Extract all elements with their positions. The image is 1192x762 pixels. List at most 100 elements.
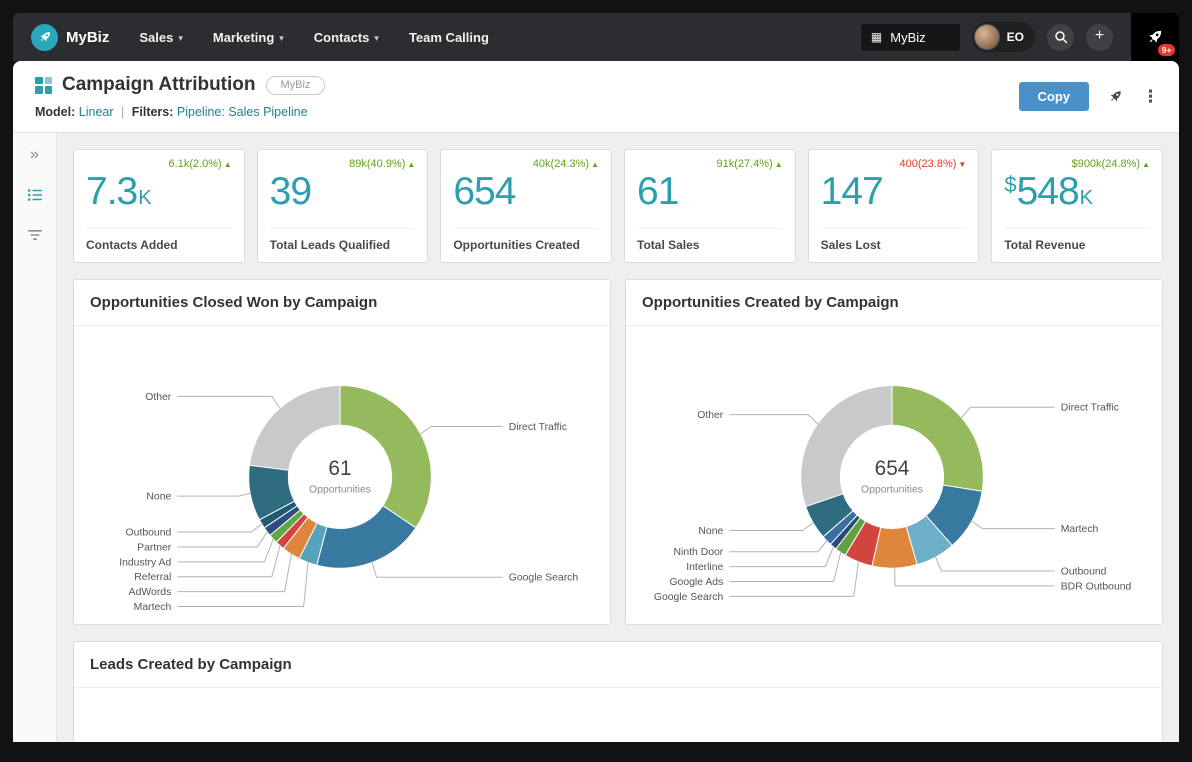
kpi-delta: 400(23.8%) ▼: [821, 158, 967, 170]
donut-label-industry-ad: Industry Ad: [119, 557, 171, 568]
meta-separator: |: [121, 105, 125, 119]
donut-label-google-ads: Google Ads: [669, 577, 723, 588]
kpi-delta-text: 40k(24.3%): [532, 158, 590, 170]
kpi-card-total-sales[interactable]: 91k(27.4%) ▲ 61 Total Sales: [624, 149, 796, 263]
kpi-value-prefix: $: [1004, 172, 1016, 197]
kpi-delta: 89k(40.9%) ▲: [270, 158, 416, 170]
top-navbar: MyBiz Sales ▾ Marketing ▾ Contacts ▾ Team Call…: [13, 13, 1179, 61]
page-header: Campaign Attribution MyBiz Model: Linear…: [13, 61, 1179, 133]
avatar: [973, 24, 1000, 50]
org-grid-icon: ▦: [870, 30, 883, 44]
left-sidebar: »: [13, 133, 57, 742]
nav-item-team-calling[interactable]: Team Calling: [409, 30, 489, 45]
donut-label-direct-traffic: Direct Traffic: [509, 422, 567, 433]
navbar-right: ▦ MyBiz EO +: [860, 22, 1123, 52]
donut-label-martech: Martech: [134, 602, 172, 613]
notification-badge: 9+: [1158, 44, 1175, 56]
plus-icon: +: [1094, 27, 1105, 44]
title-row: Campaign Attribution MyBiz: [35, 74, 326, 96]
donut-label-martech: Martech: [1061, 524, 1099, 535]
kpi-card-total-revenue[interactable]: $900k(24.8%) ▲ $548K Total Revenue: [991, 149, 1163, 263]
donut-label-other: Other: [697, 410, 724, 421]
donut-chart: Other None Ninth Door Interline Google Ads Go…: [654, 385, 1132, 603]
model-label: Model:: [35, 105, 76, 119]
label-connector-line: [729, 560, 860, 597]
chevron-down-icon: ▾: [279, 32, 284, 43]
kpi-delta-text: $900k(24.8%): [1071, 158, 1141, 170]
label-connector-line: [419, 425, 503, 435]
trend-down-icon: ▼: [958, 160, 967, 169]
model-value[interactable]: Linear: [79, 105, 114, 119]
nav-item-marketing[interactable]: Marketing ▾: [213, 30, 284, 45]
filter-icon[interactable]: [27, 227, 43, 243]
rocket-action-icon[interactable]: [1107, 88, 1124, 105]
nav-item-contacts[interactable]: Contacts ▾: [314, 30, 379, 45]
kpi-card-total-leads-qualified[interactable]: 89k(40.9%) ▲ 39 Total Leads Qualified: [256, 149, 429, 263]
search-icon: [1054, 31, 1067, 44]
label-connector-line: [729, 545, 835, 568]
donut-label-none: None: [146, 492, 171, 503]
workspace-pill[interactable]: MyBiz: [265, 75, 326, 95]
org-name: MyBiz: [890, 29, 926, 45]
notifications-rocket-tile[interactable]: 9+: [1131, 13, 1179, 61]
label-connector-line: [729, 414, 819, 425]
donut-center-value: 61: [328, 457, 351, 480]
nav-item-label: Sales: [139, 29, 174, 45]
kpi-card-sales-lost[interactable]: 400(23.8%) ▼ 147 Sales Lost: [807, 149, 980, 263]
search-button[interactable]: [1047, 23, 1074, 51]
label-connector-line: [934, 555, 1055, 572]
kpi-card-contacts-added[interactable]: 6.1k(2.0%) ▲ 7.3K Contacts Added: [73, 149, 245, 263]
page-title: Campaign Attribution: [62, 74, 256, 95]
trend-up-icon: ▲: [407, 160, 416, 169]
nav-item-sales[interactable]: Sales ▾: [139, 30, 183, 45]
kpi-row: 6.1k(2.0%) ▲ 7.3K Contacts Added 89k(40.9%) ▲…: [73, 149, 1163, 263]
donut-label-interline: Interline: [686, 562, 723, 573]
label-connector-line: [729, 539, 828, 553]
chevron-down-icon: ▾: [374, 32, 379, 43]
kpi-delta-text: 89k(40.9%): [349, 158, 406, 170]
trend-up-icon: ▲: [1142, 160, 1150, 169]
label-connector-line: [177, 522, 263, 533]
kpi-value: $548K: [1004, 170, 1093, 213]
kpi-delta-text: 400(23.8%): [899, 158, 957, 170]
chart-card-opportunities-closed-won-by-campaign: Opportunities Closed Won by Campaign Othe…: [73, 279, 611, 625]
label-connector-line: [177, 492, 252, 497]
kpi-value: 61: [637, 170, 679, 213]
donut-label-google-search: Google Search: [509, 573, 579, 584]
chart-title: Opportunities Closed Won by Campaign: [74, 280, 610, 326]
dashboard-grid-icon: [35, 76, 52, 94]
charts-row: Opportunities Closed Won by Campaign Othe…: [73, 279, 1163, 625]
main-panel: Campaign Attribution MyBiz Model: Linear…: [13, 61, 1179, 742]
org-switcher-button[interactable]: ▦ MyBiz: [860, 23, 960, 51]
label-connector-line: [371, 561, 503, 578]
brand-logo[interactable]: MyBiz: [31, 23, 109, 51]
user-initials: EO: [1006, 30, 1024, 44]
kpi-card-opportunities-created[interactable]: 40k(24.3%) ▲ 654 Opportunities Created: [440, 149, 612, 263]
kpi-label: Total Sales: [637, 228, 783, 262]
copy-button[interactable]: Copy: [1018, 82, 1089, 111]
sidebar-expand-icon[interactable]: »: [30, 147, 39, 163]
filters-value[interactable]: Pipeline: Sales Pipeline: [177, 105, 308, 119]
chart-title: Opportunities Created by Campaign: [626, 280, 1162, 326]
donut-label-partner: Partner: [137, 542, 172, 553]
bottom-row: Leads Created by Campaign: [73, 640, 1163, 742]
add-button[interactable]: +: [1086, 23, 1113, 51]
label-connector-line: [894, 567, 1055, 587]
label-connector-line: [177, 538, 275, 563]
kpi-value-suffix: K: [1079, 187, 1093, 209]
rocket-logo-icon: [31, 23, 58, 51]
app-frame: MyBiz Sales ▾ Marketing ▾ Contacts ▾ Team Call…: [0, 0, 1192, 762]
user-menu[interactable]: EO: [971, 22, 1035, 52]
filters-label: Filters:: [131, 105, 174, 119]
nav-item-label: Team Calling: [408, 29, 489, 45]
chevron-down-icon: ▾: [178, 32, 183, 43]
kpi-value: 7.3K: [86, 170, 152, 213]
dashboard-content: 6.1k(2.0%) ▲ 7.3K Contacts Added 89k(40.9%) ▲…: [57, 133, 1179, 742]
label-connector-line: [177, 530, 269, 548]
kpi-label: Opportunities Created: [453, 228, 599, 262]
list-view-icon[interactable]: [27, 187, 43, 203]
kpi-delta: $900k(24.8%) ▲: [1004, 158, 1150, 170]
kpi-delta-text: 6.1k(2.0%): [168, 158, 222, 170]
label-connector-line: [970, 520, 1055, 530]
more-options-icon[interactable]: ⋮: [1142, 88, 1159, 105]
